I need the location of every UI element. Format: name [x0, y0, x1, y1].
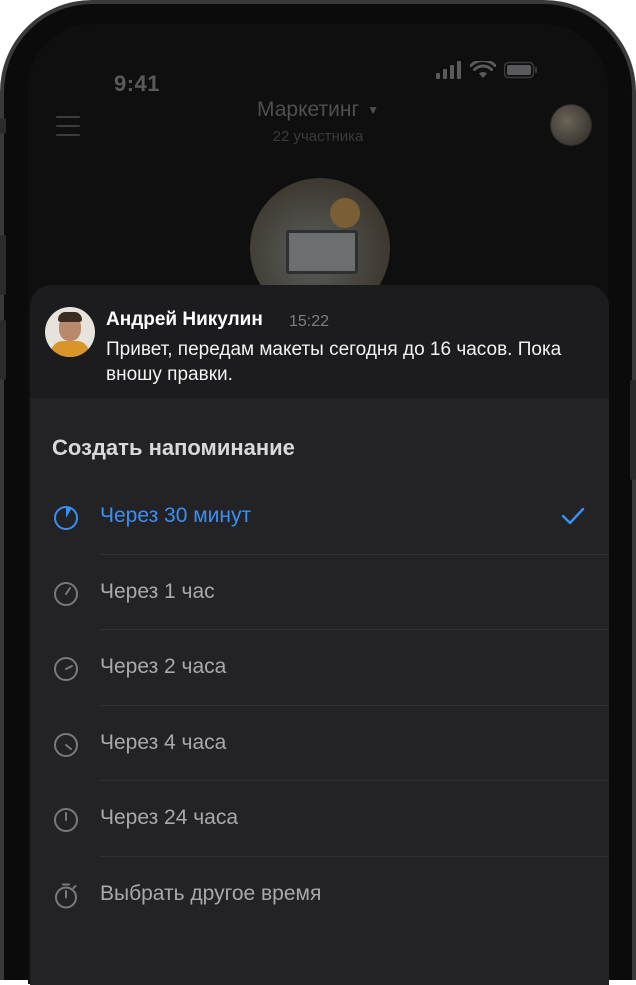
clock-icon: [54, 506, 78, 530]
option-label: Через 24 часа: [100, 806, 239, 829]
dropdown-caret-icon: ▼: [367, 103, 379, 118]
chat-title-text: Маркетинг: [257, 98, 360, 121]
option-label: Через 1 час: [100, 579, 215, 603]
option-label: Выбрать другое время: [100, 881, 322, 905]
volume-up-button: [0, 235, 6, 295]
battery-icon: [504, 61, 537, 79]
option-label: Через 4 часа: [100, 730, 227, 754]
option-24-hours[interactable]: Через 24 часа: [30, 781, 609, 857]
option-label: Через 2 часа: [100, 655, 227, 678]
author-avatar: [45, 307, 95, 357]
message-preview: Андрей Никулин 15:22 Привет, передам мак…: [30, 285, 609, 398]
option-4-hours[interactable]: Через 4 часа: [30, 706, 609, 781]
message-author: Андрей Никулин: [106, 309, 263, 330]
option-1-hour[interactable]: Через 1 час: [30, 555, 609, 630]
option-custom-time[interactable]: Выбрать другое время: [30, 857, 609, 933]
checkmark-icon: [561, 507, 585, 525]
option-30-minutes[interactable]: Через 30 минут: [30, 479, 609, 555]
status-icons: [436, 61, 538, 79]
stopwatch-icon: [55, 883, 77, 908]
power-button: [630, 380, 636, 480]
clock-icon: [54, 808, 78, 832]
message-text: Привет, передам макеты сегодня до 16 час…: [106, 339, 562, 385]
volume-down-button: [0, 320, 6, 380]
reminder-options: Через 30 минут Через 1 час Через 2 часа: [30, 479, 609, 932]
side-button: [0, 118, 6, 134]
option-label: Через 30 минут: [100, 504, 252, 527]
message-time: 15:22: [289, 313, 330, 330]
clock-icon: [54, 657, 78, 681]
chat-subtitle: 22 участника: [272, 128, 364, 145]
cellular-signal-icon: [436, 61, 461, 79]
clock-icon: [54, 581, 78, 606]
sheet-title: Создать напоминание: [52, 435, 295, 460]
reminder-sheet: Андрей Никулин 15:22 Привет, передам мак…: [30, 285, 609, 985]
wifi-icon: [470, 61, 496, 78]
chat-title[interactable]: Маркетинг ▼: [28, 98, 608, 122]
option-2-hours[interactable]: Через 2 часа: [30, 630, 609, 706]
clock-icon: [54, 732, 78, 757]
header-avatar[interactable]: [550, 104, 592, 146]
status-time: 9:41: [114, 71, 161, 96]
